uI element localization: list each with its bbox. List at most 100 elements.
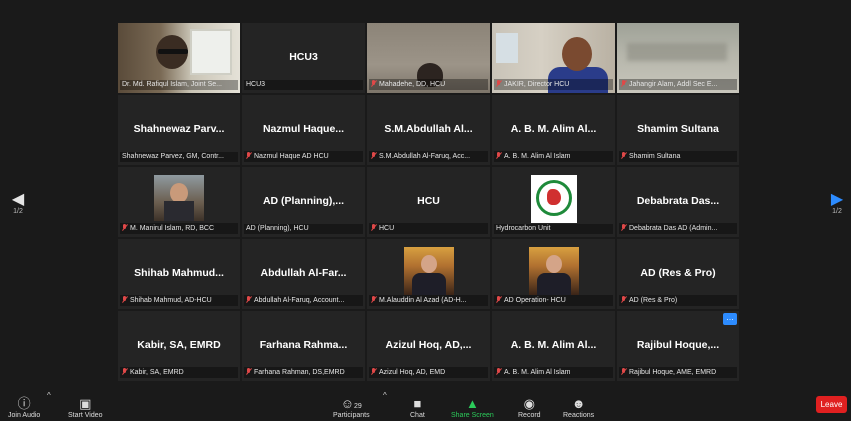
mic-muted-icon	[246, 296, 252, 303]
participant-display-name: HCU	[417, 194, 440, 207]
participant-tile[interactable]: Kabir, SA, EMRD Kabir, SA, EMRD	[118, 311, 240, 381]
participant-tile[interactable]: JAKIR, Director HCU	[492, 23, 615, 93]
participant-display-name: AD (Res & Pro)	[640, 266, 716, 279]
participant-display-name: Shamim Sultana	[637, 122, 719, 135]
participant-name-text: Azizul Hoq, AD, EMD	[379, 369, 446, 376]
reactions-icon: ☻	[571, 396, 586, 411]
participant-tile[interactable]: S.M.Abdullah Al... S.M.Abdullah Al-Faruq,…	[367, 95, 490, 165]
mic-muted-icon	[371, 368, 377, 375]
participant-name-text: HCU	[379, 225, 395, 232]
participant-name-label: JAKIR, Director HCU	[494, 79, 613, 90]
participant-tile[interactable]: Abdullah Al-Far... Abdullah Al-Faruq, Acc…	[242, 239, 365, 309]
record-icon: ◉	[523, 396, 535, 411]
participant-name-text: M. Manirul Islam, RD, BCC	[130, 225, 215, 232]
record-button[interactable]: ◉ Record	[518, 396, 541, 419]
participant-name-text: Rajibul Hoque, AME, EMRD	[629, 369, 717, 376]
participant-display-name: HCU3	[289, 50, 318, 63]
participant-tile[interactable]: Jahangir Alam, Addl Sec E...	[617, 23, 739, 93]
participant-name-label: Shahnewaz Parvez, GM, Contr...	[120, 152, 238, 162]
participant-display-name: Shihab Mahmud...	[134, 266, 224, 279]
participant-tile[interactable]: A. B. M. Alim Al... A. B. M. Alim Al Isla…	[492, 95, 615, 165]
participant-display-name: Shahnewaz Parv...	[133, 122, 225, 135]
participant-name-text: Abdullah Al-Faruq, Account...	[254, 297, 345, 304]
participant-tile[interactable]: Debabrata Das... Debabrata Das AD (Admin.…	[617, 167, 739, 237]
participant-tile[interactable]: Azizul Hoq, AD,... Azizul Hoq, AD, EMD	[367, 311, 490, 381]
participant-display-name: A. B. M. Alim Al...	[510, 122, 597, 135]
mic-muted-icon	[246, 368, 252, 375]
participant-tile[interactable]: Mahadehe, DD, HCU	[367, 23, 490, 93]
leave-button[interactable]: Leave	[816, 396, 847, 413]
participant-name-text: Shamim Sultana	[629, 153, 681, 160]
chat-icon: ■	[413, 396, 422, 411]
join-audio-button[interactable]: ⓘ Join Audio	[8, 396, 40, 419]
mic-muted-icon	[122, 224, 128, 231]
participant-name-text: S.M.Abdullah Al-Faruq, Acc...	[379, 153, 471, 160]
participant-name-text: Shahnewaz Parvez, GM, Contr...	[122, 153, 224, 160]
participant-name-text: JAKIR, Director HCU	[504, 81, 570, 88]
participant-display-name: Nazmul Haque...	[262, 122, 345, 135]
participant-display-name: A. B. M. Alim Al...	[510, 338, 597, 351]
participant-tile[interactable]: Dr. Md. Rafiqul Islam, Joint Se...	[118, 23, 240, 93]
participant-name-label: A. B. M. Alim Al Islam	[494, 151, 613, 162]
participant-name-label: AD (Res & Pro)	[619, 295, 737, 306]
mic-muted-icon	[496, 152, 502, 159]
next-page[interactable]: ▶ 1/2	[825, 192, 849, 216]
participant-name-text: HCU3	[246, 81, 266, 88]
participant-tile[interactable]: Hydrocarbon Unit	[492, 167, 615, 237]
participant-name-label: Shamim Sultana	[619, 151, 737, 162]
arrow-left-icon[interactable]: ◀	[6, 192, 30, 208]
participant-display-name: S.M.Abdullah Al...	[384, 122, 473, 135]
mic-muted-icon	[246, 152, 252, 159]
mic-muted-icon	[371, 224, 377, 231]
participant-profile-photo	[528, 247, 579, 295]
participant-tile[interactable]: A. B. M. Alim Al... A. B. M. Alim Al Isla…	[492, 311, 615, 381]
participant-name-text: Kabir, SA, EMRD	[130, 369, 184, 376]
participant-name-label: M. Manirul Islam, RD, BCC	[120, 223, 238, 234]
mic-muted-icon	[371, 80, 377, 87]
mic-muted-icon	[621, 368, 627, 375]
participant-name-text: Dr. Md. Rafiqul Islam, Joint Se...	[122, 81, 222, 88]
participant-name-label: Abdullah Al-Faruq, Account...	[244, 295, 363, 306]
participant-name-label: Dr. Md. Rafiqul Islam, Joint Se...	[120, 80, 238, 90]
participant-name-text: AD Operation- HCU	[504, 297, 566, 304]
participant-tile[interactable]: AD Operation- HCU	[492, 239, 615, 309]
mic-muted-icon	[496, 296, 502, 303]
participant-tile[interactable]: M.Alauddin Al Azad (AD-H...	[367, 239, 490, 309]
participant-tile[interactable]: HCU HCU	[367, 167, 490, 237]
participant-tile[interactable]: Nazmul Haque... Nazmul Haque AD HCU	[242, 95, 365, 165]
participant-tile[interactable]: M. Manirul Islam, RD, BCC	[118, 167, 240, 237]
prev-page[interactable]: ◀ 1/2	[6, 192, 30, 216]
start-video-button[interactable]: ▣ Start Video	[68, 396, 103, 419]
more-options-icon[interactable]: …	[723, 313, 737, 325]
participant-tile[interactable]: AD (Planning),... AD (Planning), HCU	[242, 167, 365, 237]
participant-tile[interactable]: Shihab Mahmud... Shihab Mahmud, AD-HCU	[118, 239, 240, 309]
share-screen-button[interactable]: ▲ Share Screen	[451, 396, 494, 419]
participant-tile[interactable]: AD (Res & Pro) AD (Res & Pro)	[617, 239, 739, 309]
mic-muted-icon	[621, 224, 627, 231]
participant-tile[interactable]: Shahnewaz Parv... Shahnewaz Parvez, GM, C…	[118, 95, 240, 165]
participant-profile-photo	[530, 175, 577, 223]
participants-options-chevron-icon[interactable]: ^	[383, 391, 387, 400]
participants-button[interactable]: ☺29 Participants	[333, 396, 370, 419]
participant-tile[interactable]: Rajibul Hoque,... … Rajibul Hoque, AME, EM…	[617, 311, 739, 381]
arrow-right-icon[interactable]: ▶	[825, 192, 849, 208]
participant-name-text: Nazmul Haque AD HCU	[254, 153, 329, 160]
mic-muted-icon	[122, 368, 128, 375]
participant-name-label: Mahadehe, DD, HCU	[369, 79, 488, 90]
chat-button[interactable]: ■ Chat	[410, 396, 425, 419]
participant-name-label: Farhana Rahman, DS,EMRD	[244, 367, 363, 378]
participant-name-label: Rajibul Hoque, AME, EMRD	[619, 367, 737, 378]
meeting-toolbar: ⓘ Join Audio ^ ▣ Start Video ☺29 Partici…	[0, 388, 851, 421]
mic-muted-icon	[496, 80, 502, 87]
participant-tile[interactable]: HCU3 HCU3	[242, 23, 365, 93]
mic-muted-icon	[371, 296, 377, 303]
audio-options-chevron-icon[interactable]: ^	[47, 391, 51, 400]
participant-display-name: AD (Planning),...	[262, 194, 345, 207]
participant-name-label: HCU3	[244, 80, 363, 90]
mic-muted-icon	[496, 368, 502, 375]
participant-name-text: Mahadehe, DD, HCU	[379, 81, 446, 88]
participant-tile[interactable]: Farhana Rahma... Farhana Rahman, DS,EMRD	[242, 311, 365, 381]
participant-display-name: Abdullah Al-Far...	[260, 266, 347, 279]
reactions-button[interactable]: ☻ Reactions	[563, 396, 594, 419]
participant-tile[interactable]: Shamim Sultana Shamim Sultana	[617, 95, 739, 165]
